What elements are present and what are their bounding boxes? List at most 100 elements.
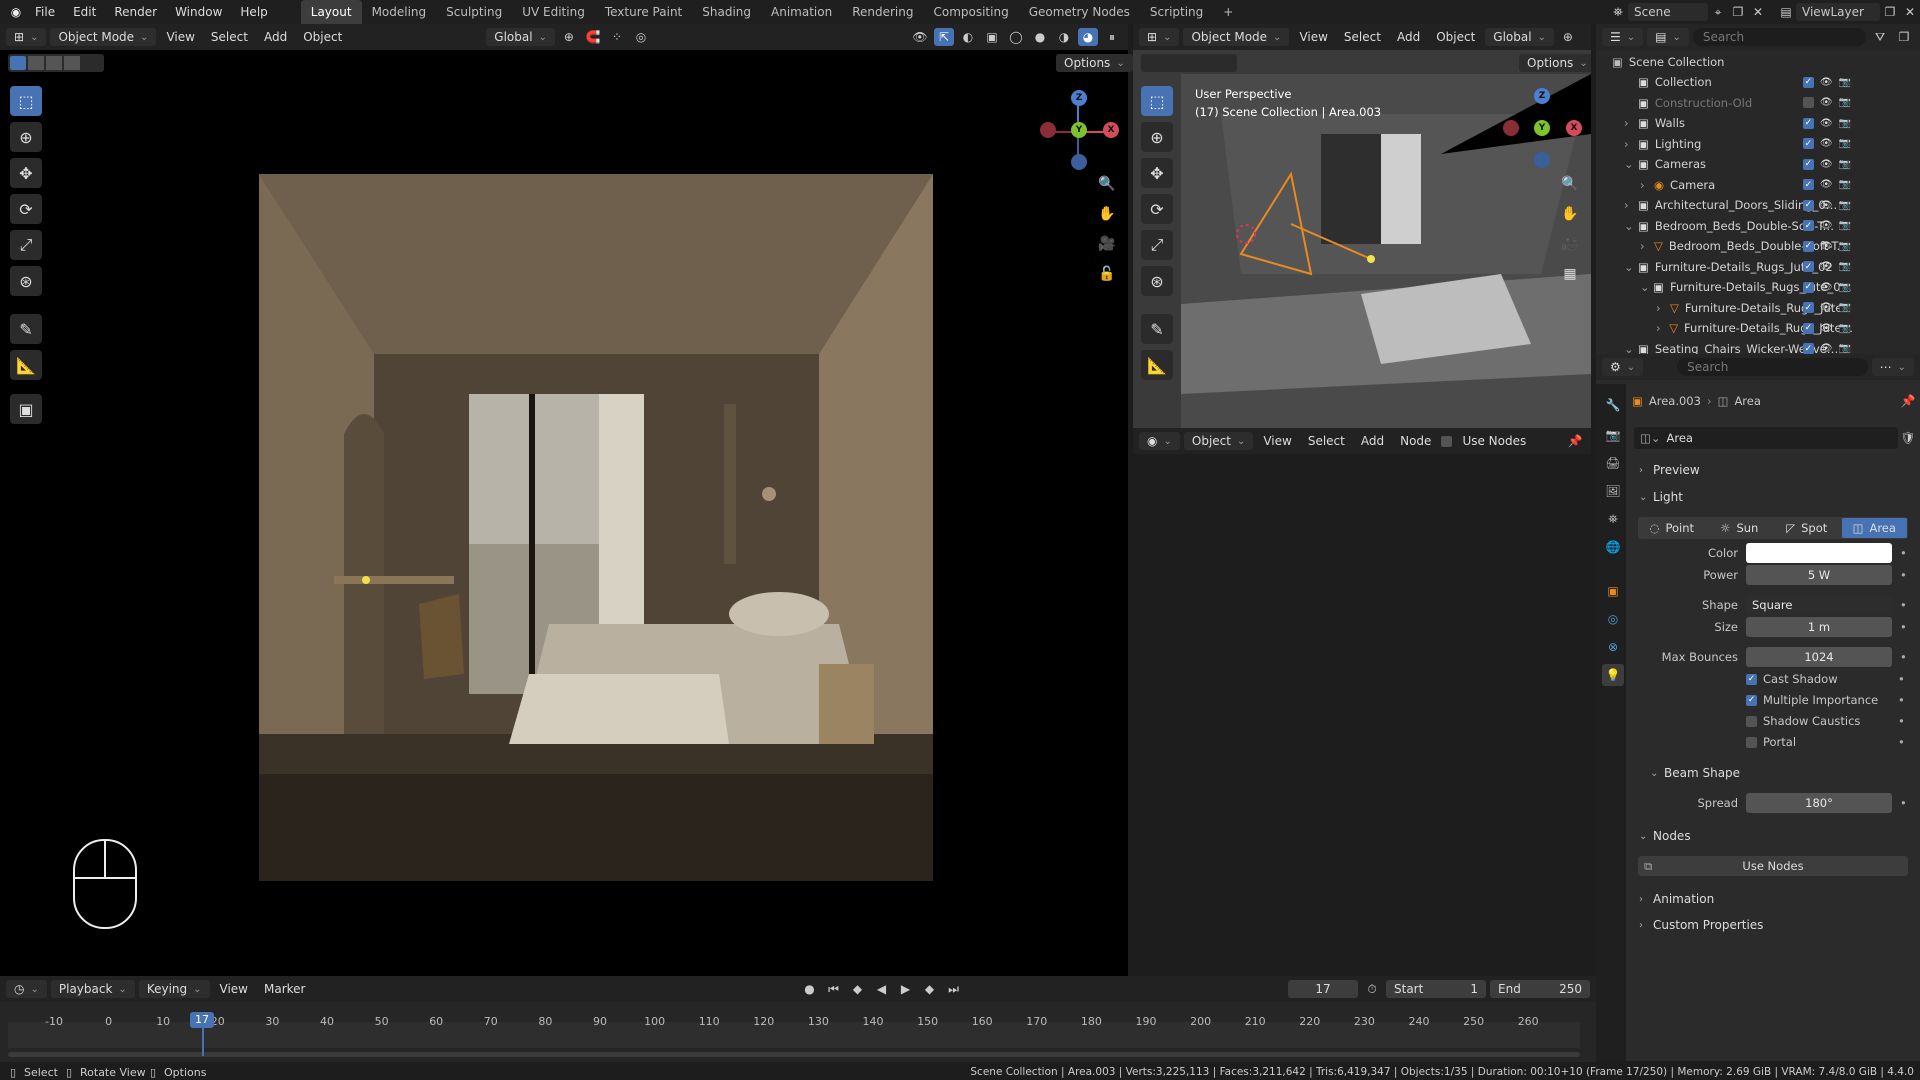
render-camera-icon[interactable]: 📷 bbox=[1839, 97, 1851, 108]
output-props-icon[interactable]: 🖨 bbox=[1602, 452, 1624, 474]
select-box-tool[interactable]: ⬚ bbox=[1141, 86, 1173, 116]
pan-hand-icon[interactable]: ✋ bbox=[1095, 202, 1119, 226]
jump-end-icon[interactable]: ⏭ bbox=[943, 980, 963, 998]
eye-icon[interactable]: 👁 bbox=[1820, 77, 1833, 88]
keyframe-dot-icon[interactable]: • bbox=[1900, 620, 1907, 634]
properties-options-dropdown[interactable]: ⋯ bbox=[1871, 358, 1914, 376]
outliner-row[interactable]: › ▣ Architectural_Doors_Sliding_02.001 ✓ 👁 📷 bbox=[1596, 195, 1855, 215]
timeline-marker-menu[interactable]: Marker bbox=[258, 980, 311, 998]
exclude-checkbox[interactable]: ✓ bbox=[1802, 199, 1814, 211]
frame-range-track[interactable] bbox=[8, 1022, 1580, 1048]
select-box-tool[interactable]: ⬚ bbox=[10, 86, 42, 116]
gizmo-x-axis[interactable]: X bbox=[1566, 120, 1582, 136]
physics-props-icon[interactable]: ◎ bbox=[1602, 608, 1624, 630]
move-tool[interactable]: ✥ bbox=[10, 158, 42, 188]
light-type-sun-button[interactable]: ☼ Sun bbox=[1706, 518, 1772, 538]
object-props-icon[interactable]: ▣ bbox=[1602, 580, 1624, 602]
light-option-checkbox-row[interactable]: Portal • bbox=[1746, 735, 1905, 749]
expand-arrow-icon[interactable]: ⌄ bbox=[1640, 280, 1653, 294]
keying-menu[interactable]: Keying bbox=[138, 980, 210, 998]
checkbox[interactable] bbox=[1746, 715, 1757, 727]
light-type-area-button[interactable]: ◫ Area bbox=[1841, 518, 1907, 538]
annotate-tool[interactable]: ✎ bbox=[1141, 314, 1173, 344]
render-camera-icon[interactable]: 📷 bbox=[1839, 302, 1851, 313]
measure-tool[interactable]: 📐 bbox=[1141, 350, 1173, 380]
section-animation[interactable]: › Animation bbox=[1639, 888, 1909, 910]
stopwatch-icon[interactable]: ⏱ bbox=[1362, 980, 1382, 998]
zoom-icon[interactable]: 🔍 bbox=[1558, 172, 1582, 196]
section-preview[interactable]: › Preview bbox=[1639, 459, 1909, 481]
outliner-row[interactable]: ⌄ ▣ Furniture-Details_Rugs_Jute_02.001 ✓ 👁 📷 bbox=[1596, 277, 1855, 297]
tab-animation[interactable]: Animation bbox=[761, 0, 842, 24]
view-layer-props-icon[interactable]: 🖼 bbox=[1602, 480, 1624, 502]
checkbox[interactable] bbox=[1746, 736, 1757, 748]
tab-rendering[interactable]: Rendering bbox=[842, 0, 923, 24]
keyframe-dot-icon[interactable]: • bbox=[1900, 546, 1907, 560]
exclude-checkbox[interactable]: ✓ bbox=[1802, 138, 1814, 149]
shape-dropdown[interactable]: Square bbox=[1746, 595, 1892, 615]
jump-keyframe-back-icon[interactable]: ◆ bbox=[847, 980, 867, 998]
pivot-icon[interactable]: ⊕ bbox=[1558, 28, 1578, 46]
pin-icon[interactable]: 📌 bbox=[1565, 432, 1585, 450]
render-camera-icon[interactable]: 📷 bbox=[1839, 323, 1851, 334]
scale-tool[interactable]: ⤢ bbox=[10, 230, 42, 260]
section-light[interactable]: ⌄ Light bbox=[1639, 486, 1909, 508]
menu-window[interactable]: Window bbox=[166, 0, 231, 24]
shading-wireframe-icon[interactable]: ◯ bbox=[1006, 28, 1026, 46]
light-option-checkbox-row[interactable]: Shadow Caustics • bbox=[1746, 714, 1905, 728]
tab-sculpting[interactable]: Sculpting bbox=[436, 0, 512, 24]
menu-select[interactable]: Select bbox=[1302, 432, 1351, 450]
editor-type-dropdown[interactable]: ⊞ bbox=[1139, 28, 1180, 46]
eye-icon[interactable]: 👁 bbox=[1820, 241, 1833, 252]
expand-arrow-icon[interactable]: ⌄ bbox=[1624, 157, 1638, 171]
render-camera-icon[interactable]: 📷 bbox=[1839, 77, 1851, 88]
expand-arrow-icon[interactable]: › bbox=[1624, 116, 1638, 130]
checkbox[interactable]: ✓ bbox=[1746, 673, 1757, 685]
mode-dropdown[interactable]: Object Mode bbox=[50, 28, 157, 46]
exclude-checkbox[interactable]: ✓ bbox=[1802, 240, 1814, 252]
fake-user-shield-icon[interactable]: 🛡 bbox=[1898, 429, 1918, 447]
expand-arrow-icon[interactable]: › bbox=[1640, 178, 1654, 192]
new-scene-icon[interactable]: ❐ bbox=[1728, 3, 1748, 21]
outliner-row[interactable]: ▣ Collection ✓ 👁 📷 bbox=[1596, 72, 1855, 92]
render-camera-icon[interactable]: 📷 bbox=[1839, 282, 1851, 293]
expand-arrow-icon[interactable]: › bbox=[1656, 321, 1669, 335]
play-icon[interactable]: ▶ bbox=[895, 980, 915, 998]
playback-menu[interactable]: Playback bbox=[50, 980, 135, 998]
camera-view-icon[interactable]: 🎥 bbox=[1558, 232, 1582, 256]
outliner-row[interactable]: › ▣ Walls ✓ 👁 📷 bbox=[1596, 113, 1855, 133]
expand-arrow-icon[interactable]: ⌄ bbox=[1624, 342, 1638, 355]
start-frame-field[interactable]: Start 1 bbox=[1386, 980, 1486, 998]
grid-view-icon[interactable]: ▦ bbox=[1558, 262, 1582, 286]
editor-type-dropdown[interactable]: ☰ bbox=[1602, 28, 1644, 46]
measure-tool[interactable]: 📐 bbox=[10, 350, 42, 380]
render-camera-icon[interactable]: 📷 bbox=[1839, 261, 1851, 272]
play-reverse-icon[interactable]: ◀ bbox=[871, 980, 891, 998]
viewport-options-dropdown[interactable]: Options bbox=[1056, 54, 1133, 72]
timeline-view-menu[interactable]: View bbox=[214, 980, 254, 998]
exclude-checkbox[interactable] bbox=[1802, 97, 1814, 108]
cursor-tool[interactable]: ⊕ bbox=[10, 122, 42, 152]
menu-edit[interactable]: Edit bbox=[64, 0, 105, 24]
playhead-frame-badge[interactable]: 17 bbox=[190, 1012, 214, 1028]
annotate-tool[interactable]: ✎ bbox=[10, 314, 42, 344]
outliner-row[interactable]: › ▣ Lighting ✓ 👁 📷 bbox=[1596, 134, 1855, 154]
eye-icon[interactable]: 👁 bbox=[1820, 138, 1833, 149]
visibility-icon[interactable]: 👁 bbox=[910, 28, 930, 46]
outliner-row[interactable]: ⌄▣Bedroom_Beds_Double-Soft-Tassel_01✓👁📷 bbox=[1596, 216, 1855, 236]
exclude-checkbox[interactable]: ✓ bbox=[1802, 281, 1814, 293]
editor-type-dropdown[interactable]: ⊞ bbox=[6, 28, 47, 46]
tool-props-icon[interactable]: 🔧 bbox=[1602, 394, 1624, 416]
jump-keyframe-forward-icon[interactable]: ◆ bbox=[919, 980, 939, 998]
blender-logo-icon[interactable]: ◉ bbox=[6, 3, 26, 21]
menu-add[interactable]: Add bbox=[258, 28, 293, 46]
size-field[interactable]: 1 m bbox=[1746, 617, 1892, 637]
menu-file[interactable]: File bbox=[26, 0, 64, 24]
keyframe-dot-icon[interactable]: • bbox=[1898, 735, 1905, 749]
exclude-checkbox[interactable]: ✓ bbox=[1802, 220, 1814, 231]
menu-view[interactable]: View bbox=[1293, 28, 1333, 46]
spread-field[interactable]: 180° bbox=[1746, 793, 1892, 813]
render-camera-icon[interactable]: 📷 bbox=[1839, 200, 1851, 211]
eye-icon[interactable]: 👁 bbox=[1820, 282, 1833, 293]
delete-scene-icon[interactable]: ✕ bbox=[1748, 3, 1768, 21]
